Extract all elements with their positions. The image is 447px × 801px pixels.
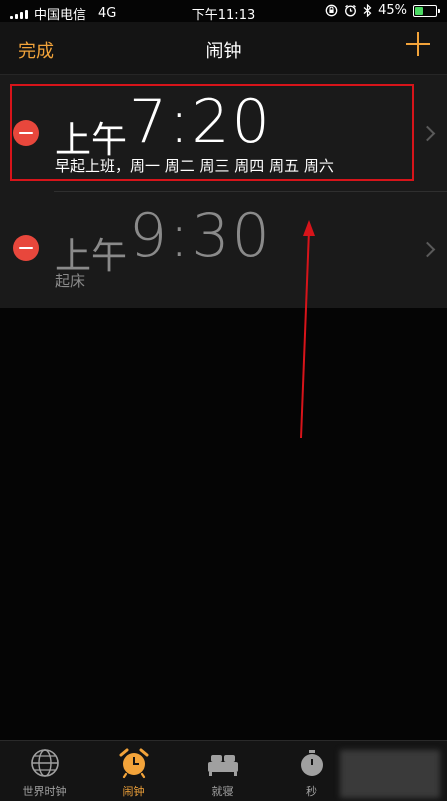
battery-icon (413, 4, 440, 17)
alarm-label: 起床 (55, 272, 86, 290)
plus-icon[interactable] (405, 29, 431, 56)
battery-percent: 45% (378, 3, 407, 18)
page-title: 闹钟 (205, 41, 242, 62)
chevron-right-icon[interactable] (419, 241, 436, 258)
status-bar: 中国电信 4G 下午11:13 45% (0, 0, 447, 23)
chevron-right-icon[interactable] (419, 125, 436, 142)
alarm-row[interactable]: 上午 7:20 早起上班，周一 周二 周三 周四 周五 周六 (0, 75, 447, 192)
tab-label: 闹钟 (122, 785, 145, 798)
bed-icon (208, 755, 238, 776)
status-right: 45% (325, 3, 440, 18)
alarm-list: 上午 7:20 早起上班，周一 周二 周三 周四 周五 周六 上午 9:30 起… (0, 75, 447, 308)
alarm-row[interactable]: 上午 9:30 起床 (0, 192, 447, 308)
alarm-time: 9:30 (129, 201, 272, 271)
alarm-time: 7:20 (129, 87, 272, 157)
tab-world-clock[interactable]: 世界时钟 (0, 741, 89, 801)
watermark-blur (340, 750, 440, 798)
stopwatch-icon (301, 750, 323, 776)
bluetooth-icon (363, 4, 372, 17)
tab-label: 世界时钟 (22, 785, 67, 798)
delete-icon[interactable] (13, 120, 39, 146)
alarm-clock-icon (119, 748, 149, 779)
battery-level (415, 6, 423, 15)
orientation-lock-icon (325, 4, 338, 17)
tab-bedtime[interactable]: 就寝 (178, 741, 267, 801)
globe-icon (31, 749, 59, 777)
nav-bar: 完成 闹钟 (0, 22, 447, 75)
alarm-label: 早起上班，周一 周二 周三 周四 周五 周六 (55, 157, 334, 175)
alarm-icon (345, 4, 357, 17)
tab-alarm[interactable]: 闹钟 (89, 741, 178, 801)
tab-label: 就寝 (211, 785, 234, 798)
delete-icon[interactable] (13, 235, 39, 261)
